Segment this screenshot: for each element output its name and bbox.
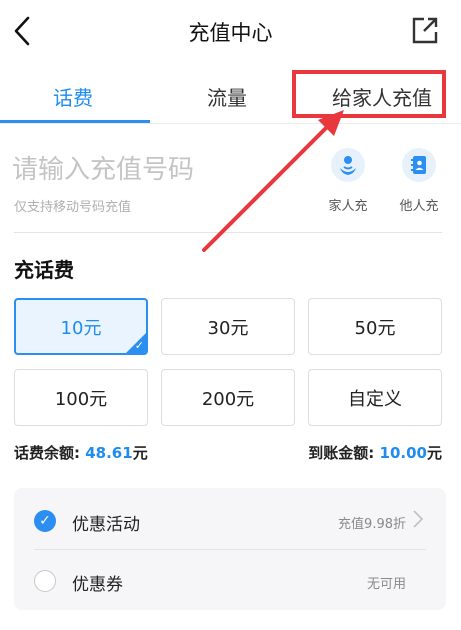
amount-label: 自定义 xyxy=(348,388,402,410)
credit-info: 到账金额: 10.00元 xyxy=(308,442,442,463)
balance-row: 话费余额: 48.61元 到账金额: 10.00元 xyxy=(14,442,442,464)
amount-option-10[interactable]: 10元 ✓ xyxy=(14,298,148,355)
offer-row-coupon[interactable]: 优惠券 无可用 xyxy=(14,550,446,610)
checked-circle-icon[interactable]: ✓ xyxy=(34,510,56,532)
family-heart-icon xyxy=(331,148,365,182)
amount-option-custom[interactable]: 自定义 xyxy=(308,369,442,426)
offer-label: 优惠活动 xyxy=(72,515,140,535)
balance-value: 48.61 xyxy=(85,444,133,462)
balance-unit: 元 xyxy=(132,444,148,462)
amount-option-100[interactable]: 100元 xyxy=(14,369,148,426)
amount-option-200[interactable]: 200元 xyxy=(161,369,295,426)
annotation-highlight-box xyxy=(292,70,446,118)
family-recharge-label: 家人充 xyxy=(328,199,368,214)
amount-label: 10元 xyxy=(60,317,102,339)
input-hint: 仅支持移动号码充值 xyxy=(14,200,132,215)
offer-label: 优惠券 xyxy=(72,575,123,595)
amount-label: 200元 xyxy=(201,388,255,410)
divider xyxy=(14,232,442,233)
credit-unit: 元 xyxy=(426,444,442,462)
offer-value: 充值9.98折 xyxy=(338,517,406,532)
balance-info: 话费余额: 48.61元 xyxy=(14,442,148,463)
phone-number-input[interactable] xyxy=(12,150,312,190)
share-external-icon xyxy=(412,17,438,44)
family-recharge-button[interactable]: 家人充 xyxy=(318,148,378,218)
credit-label: 到账金额: xyxy=(308,444,375,462)
balance-label: 话费余额: xyxy=(14,444,80,462)
chevron-right-icon xyxy=(413,510,424,528)
offer-value: 无可用 xyxy=(366,577,406,592)
share-button[interactable] xyxy=(410,14,440,46)
amount-label: 100元 xyxy=(54,388,108,410)
amount-label: 50元 xyxy=(354,317,396,339)
section-title: 充话费 xyxy=(14,258,74,282)
tab-phone-bill[interactable]: 话费 xyxy=(53,82,93,111)
radio-circle-icon[interactable] xyxy=(34,570,56,592)
credit-value: 10.00 xyxy=(379,444,427,462)
tab-data[interactable]: 流量 xyxy=(207,82,247,111)
contacts-book-icon xyxy=(402,148,436,182)
amount-option-30[interactable]: 30元 xyxy=(161,298,295,355)
amount-option-50[interactable]: 50元 xyxy=(308,298,442,355)
amount-label: 30元 xyxy=(207,317,249,339)
check-icon: ✓ xyxy=(134,339,144,352)
tabs-divider xyxy=(0,123,461,124)
header: 充值中心 xyxy=(0,0,461,64)
offer-row-promotion[interactable]: ✓ 优惠活动 充值9.98折 xyxy=(14,490,446,550)
other-recharge-button[interactable]: 他人充 xyxy=(389,148,449,218)
other-recharge-label: 他人充 xyxy=(399,199,439,214)
page-title: 充值中心 xyxy=(188,21,273,45)
offers-card: ✓ 优惠活动 充值9.98折 优惠券 无可用 xyxy=(14,488,446,610)
